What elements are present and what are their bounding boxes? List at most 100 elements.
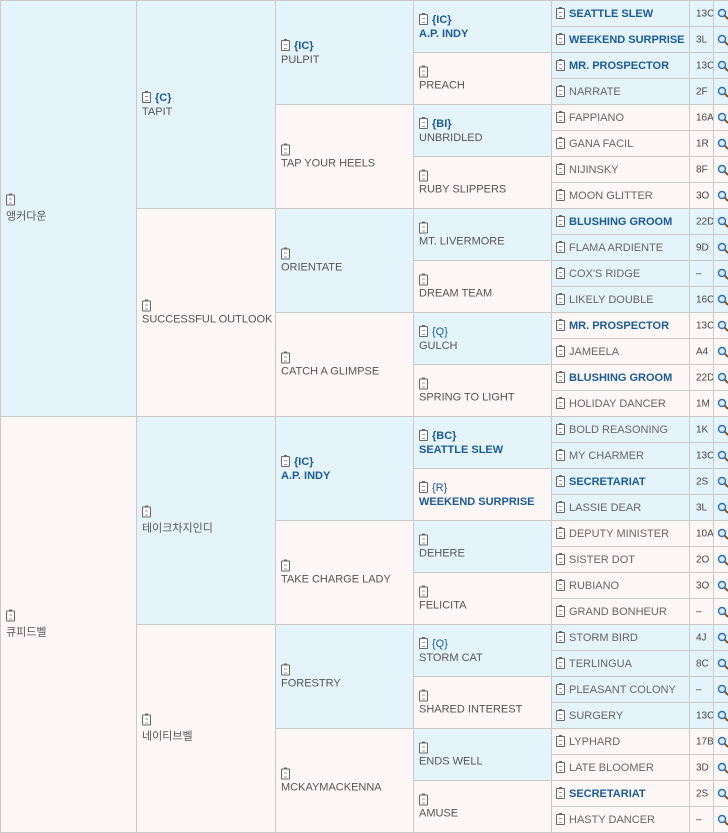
horse-name[interactable]: FORESTRY <box>281 677 341 689</box>
horse-name[interactable]: HOLIDAY DANCER <box>569 398 666 410</box>
magnifier-icon[interactable] <box>717 684 728 696</box>
magnifier-icon[interactable] <box>717 164 728 176</box>
clipboard-icon[interactable] <box>281 559 290 571</box>
magnifier-icon[interactable] <box>717 580 728 592</box>
horse-name[interactable]: TAPIT <box>142 106 172 118</box>
horse-name[interactable]: BOLD REASONING <box>569 424 668 436</box>
clipboard-icon[interactable] <box>419 637 428 649</box>
horse-name[interactable]: SECRETARIAT <box>569 788 646 800</box>
horse-name[interactable]: DEPUTY MINISTER <box>569 528 669 540</box>
magnifier-icon[interactable] <box>717 60 728 72</box>
magnifier-icon[interactable] <box>717 502 728 514</box>
clipboard-icon[interactable] <box>142 91 151 103</box>
clipboard-icon[interactable] <box>556 293 565 305</box>
horse-name[interactable]: SEATTLE SLEW <box>569 8 653 20</box>
clipboard-icon[interactable] <box>556 319 565 331</box>
magnifier-icon[interactable] <box>717 242 728 254</box>
magnifier-icon[interactable] <box>717 190 728 202</box>
clipboard-icon[interactable] <box>419 65 428 77</box>
clipboard-icon[interactable] <box>419 533 428 545</box>
horse-name[interactable]: SPRING TO LIGHT <box>419 391 515 403</box>
clipboard-icon[interactable] <box>556 475 565 487</box>
horse-name[interactable]: MCKAYMACKENNA <box>281 781 382 793</box>
horse-name[interactable]: LATE BLOOMER <box>569 762 654 774</box>
clipboard-icon[interactable] <box>556 33 565 45</box>
horse-name[interactable]: GANA FACIL <box>569 138 633 150</box>
clipboard-icon[interactable] <box>281 39 290 51</box>
horse-name[interactable]: AMUSE <box>419 807 458 819</box>
horse-name[interactable]: SURGERY <box>569 710 623 722</box>
magnifier-icon[interactable] <box>717 86 728 98</box>
clipboard-icon[interactable] <box>556 215 565 227</box>
clipboard-icon[interactable] <box>556 813 565 825</box>
horse-name[interactable]: PLEASANT COLONY <box>569 684 676 696</box>
horse-name[interactable]: A.P. INDY <box>281 470 330 482</box>
horse-name[interactable]: 테이크차지인디 <box>142 519 213 535</box>
clipboard-icon[interactable] <box>556 709 565 721</box>
horse-name[interactable]: MY CHARMER <box>569 450 644 462</box>
clipboard-icon[interactable] <box>556 787 565 799</box>
clipboard-icon[interactable] <box>419 221 428 233</box>
clipboard-icon[interactable] <box>419 169 428 181</box>
clipboard-icon[interactable] <box>556 631 565 643</box>
clipboard-icon[interactable] <box>556 735 565 747</box>
clipboard-icon[interactable] <box>556 683 565 695</box>
horse-name[interactable]: PULPIT <box>281 54 320 66</box>
clipboard-icon[interactable] <box>281 351 290 363</box>
clipboard-icon[interactable] <box>419 429 428 441</box>
clipboard-icon[interactable] <box>419 13 428 25</box>
clipboard-icon[interactable] <box>6 609 15 621</box>
horse-name[interactable]: DEHERE <box>419 547 465 559</box>
clipboard-icon[interactable] <box>142 299 151 311</box>
clipboard-icon[interactable] <box>556 111 565 123</box>
magnifier-icon[interactable] <box>717 658 728 670</box>
clipboard-icon[interactable] <box>281 143 290 155</box>
horse-name[interactable]: CATCH A GLIMPSE <box>281 365 379 377</box>
magnifier-icon[interactable] <box>717 34 728 46</box>
horse-name[interactable]: SEATTLE SLEW <box>419 444 503 456</box>
clipboard-icon[interactable] <box>556 85 565 97</box>
clipboard-icon[interactable] <box>556 423 565 435</box>
horse-name[interactable]: LYPHARD <box>569 736 620 748</box>
magnifier-icon[interactable] <box>717 112 728 124</box>
magnifier-icon[interactable] <box>717 294 728 306</box>
horse-name[interactable]: RUBY SLIPPERS <box>419 183 506 195</box>
horse-name[interactable]: ENDS WELL <box>419 755 483 767</box>
horse-name[interactable]: SHARED INTEREST <box>419 703 522 715</box>
clipboard-icon[interactable] <box>556 527 565 539</box>
clipboard-icon[interactable] <box>556 579 565 591</box>
clipboard-icon[interactable] <box>556 449 565 461</box>
clipboard-icon[interactable] <box>419 325 428 337</box>
magnifier-icon[interactable] <box>717 554 728 566</box>
horse-name[interactable]: A.P. INDY <box>419 28 468 40</box>
magnifier-icon[interactable] <box>717 788 728 800</box>
horse-name[interactable]: TERLINGUA <box>569 658 632 670</box>
clipboard-icon[interactable] <box>556 397 565 409</box>
horse-name[interactable]: BLUSHING GROOM <box>569 372 672 384</box>
horse-name[interactable]: COX'S RIDGE <box>569 268 640 280</box>
horse-name[interactable]: ORIENTATE <box>281 261 342 273</box>
clipboard-icon[interactable] <box>419 741 428 753</box>
horse-name[interactable]: LASSIE DEAR <box>569 502 641 514</box>
clipboard-icon[interactable] <box>556 501 565 513</box>
horse-name[interactable]: SISTER DOT <box>569 554 635 566</box>
clipboard-icon[interactable] <box>281 663 290 675</box>
clipboard-icon[interactable] <box>556 7 565 19</box>
clipboard-icon[interactable] <box>556 163 565 175</box>
clipboard-icon[interactable] <box>556 189 565 201</box>
clipboard-icon[interactable] <box>142 713 151 725</box>
clipboard-icon[interactable] <box>556 605 565 617</box>
clipboard-icon[interactable] <box>142 505 151 517</box>
magnifier-icon[interactable] <box>717 450 728 462</box>
horse-name[interactable]: MOON GLITTER <box>569 190 653 202</box>
horse-name[interactable]: NIJINSKY <box>569 164 619 176</box>
horse-name[interactable]: WEEKEND SURPRISE <box>569 34 685 46</box>
magnifier-icon[interactable] <box>717 346 728 358</box>
horse-name[interactable]: MR. PROSPECTOR <box>569 320 669 332</box>
clipboard-icon[interactable] <box>281 455 290 467</box>
clipboard-icon[interactable] <box>6 193 15 205</box>
magnifier-icon[interactable] <box>717 476 728 488</box>
clipboard-icon[interactable] <box>419 481 428 493</box>
clipboard-icon[interactable] <box>281 767 290 779</box>
horse-name[interactable]: FLAMA ARDIENTE <box>569 242 663 254</box>
